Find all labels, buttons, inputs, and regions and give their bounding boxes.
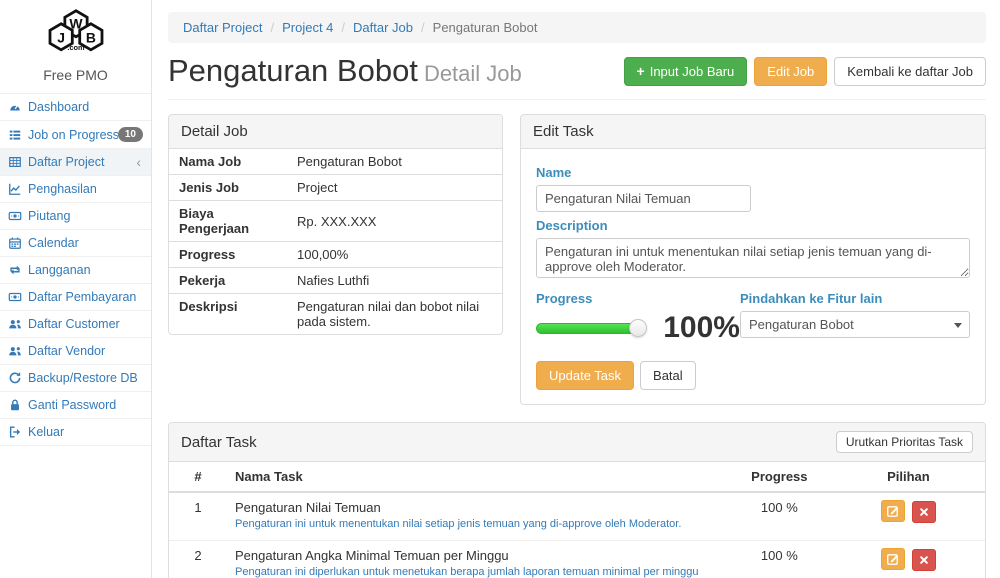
refresh-icon [8,371,22,385]
task-description-textarea[interactable]: Pengaturan ini untuk menentukan nilai se… [536,238,970,278]
progress-slider-handle[interactable] [629,319,647,337]
users-icon [8,317,22,331]
kembali-ke-daftar-job-button[interactable]: Kembali ke daftar Job [834,57,986,86]
sidebar-item-keluar[interactable]: Keluar [0,419,151,446]
task-progress: 100 % [727,540,832,578]
repeat-icon [8,263,22,277]
progress-slider[interactable] [536,323,645,334]
edit-task-button[interactable] [881,500,905,522]
job-count-badge: 10 [118,127,143,142]
progress-label: Progress [536,291,740,306]
urutkan-prioritas-task-button-top[interactable]: Urutkan Prioritas Task [836,431,973,453]
svg-text:.com: .com [67,43,85,52]
logo[interactable]: W J B .com Free PMO [0,0,151,93]
svg-text:B: B [85,29,95,45]
move-feature-select[interactable]: Pengaturan Bobot [740,311,970,338]
header-buttons: + Input Job Baru Edit Job Kembali ke daf… [624,57,986,86]
sidebar-item-langganan[interactable]: Langganan [0,257,151,284]
main-content: Daftar Project Project 4 Daftar Job Peng… [152,0,1000,578]
task-progress: 100 % [727,492,832,540]
move-feature-label: Pindahkan ke Fitur lain [740,291,970,306]
brand-name: Free PMO [0,67,151,83]
users-icon [8,344,22,358]
task-name-input[interactable] [536,185,751,212]
breadcrumb-daftar-job[interactable]: Daftar Job [353,20,413,35]
task-name: Pengaturan Nilai Temuan [235,500,719,515]
svg-text:W: W [69,15,83,31]
plus-icon: + [637,66,645,76]
sidebar-item-penghasilan[interactable]: Penghasilan [0,176,151,203]
sidebar-item-daftar-pembayaran[interactable]: Daftar Pembayaran [0,284,151,311]
edit-task-panel: Edit Task Name Description Pengaturan in… [520,114,986,405]
dashboard-icon [8,100,22,114]
table-row: Nama Job Pengaturan Bobot [169,149,502,175]
sidebar-item-daftar-project[interactable]: Daftar Project ‹ [0,149,151,176]
input-job-baru-button[interactable]: + Input Job Baru [624,57,748,86]
sidebar-item-dashboard[interactable]: Dashboard [0,94,151,121]
delete-x-icon [918,554,930,566]
delete-task-button[interactable] [912,501,936,523]
chevron-left-icon: ‹ [136,157,143,167]
table-row: Pekerja Nafies Luthfi [169,268,502,294]
sidebar-item-daftar-customer[interactable]: Daftar Customer [0,311,151,338]
update-task-button[interactable]: Update Task [536,361,634,390]
calendar-icon [8,236,22,250]
sidebar-item-daftar-vendor[interactable]: Daftar Vendor [0,338,151,365]
table-row: 1 Pengaturan Nilai Temuan Pengaturan ini… [169,492,985,540]
jwb-logo-icon: W J B .com [33,8,119,60]
table-row: Progress 100,00% [169,242,502,268]
lock-icon [8,398,22,412]
money-icon [8,209,22,223]
caret-down-icon [954,323,962,328]
table-icon [8,155,22,169]
breadcrumb: Daftar Project Project 4 Daftar Job Peng… [168,12,986,43]
breadcrumb-current: Pengaturan Bobot [413,20,537,35]
table-row: Biaya Pengerjaan Rp. XXX.XXX [169,201,502,242]
breadcrumb-daftar-project[interactable]: Daftar Project [183,20,262,35]
svg-text:J: J [57,29,65,45]
delete-x-icon [918,506,930,518]
sidebar: W J B .com Free PMO Dashboard Job on Pro… [0,0,152,578]
line-chart-icon [8,182,22,196]
edit-job-button[interactable]: Edit Job [754,57,827,86]
table-row: Jenis Job Project [169,175,502,201]
batal-button[interactable]: Batal [640,361,696,390]
task-description: Pengaturan ini diperlukan untuk menetuka… [235,565,719,578]
breadcrumb-project-4[interactable]: Project 4 [282,20,333,35]
progress-percent-value: 100% [663,311,740,345]
daftar-task-panel-title: Daftar Task [181,434,257,451]
sidebar-item-piutang[interactable]: Piutang [0,203,151,230]
detail-job-panel-title: Detail Job [169,115,502,149]
name-label: Name [536,165,970,180]
description-label: Description [536,218,970,233]
daftar-task-panel: Daftar Task Urutkan Prioritas Task # Nam… [168,422,986,578]
delete-task-button[interactable] [912,549,936,571]
table-row: Deskripsi Pengaturan nilai dan bobot nil… [169,294,502,335]
pencil-icon [886,552,900,566]
task-name: Pengaturan Angka Minimal Temuan per Ming… [235,548,719,563]
detail-job-table: Nama Job Pengaturan Bobot Jenis Job Proj… [169,149,502,334]
app-window: W J B .com Free PMO Dashboard Job on Pro… [0,0,1000,578]
sidebar-item-calendar[interactable]: Calendar [0,230,151,257]
page-subtitle: Detail Job [424,61,522,86]
task-table: # Nama Task Progress Pilihan 1 Pengatura… [169,462,985,578]
money-icon [8,290,22,304]
sign-out-icon [8,425,22,439]
pencil-icon [886,504,900,518]
sidebar-item-job-on-progress[interactable]: Job on Progress 10 [0,121,151,149]
task-description: Pengaturan ini untuk menentukan nilai se… [235,517,719,533]
detail-job-panel: Detail Job Nama Job Pengaturan Bobot Jen… [168,114,503,335]
table-row: 2 Pengaturan Angka Minimal Temuan per Mi… [169,540,985,578]
page-title: Pengaturan BobotDetail Job [168,53,522,89]
sidebar-item-ganti-password[interactable]: Ganti Password [0,392,151,419]
sidebar-item-backup-restore-db[interactable]: Backup/Restore DB [0,365,151,392]
sidebar-nav: Dashboard Job on Progress 10 Daftar Proj… [0,93,151,446]
list-icon [8,128,22,142]
progress-slider-fill [537,324,644,333]
task-table-header: # Nama Task Progress Pilihan [169,462,985,492]
page-header: Pengaturan BobotDetail Job + Input Job B… [168,53,986,100]
edit-task-button[interactable] [881,548,905,570]
edit-task-panel-title: Edit Task [521,115,985,149]
